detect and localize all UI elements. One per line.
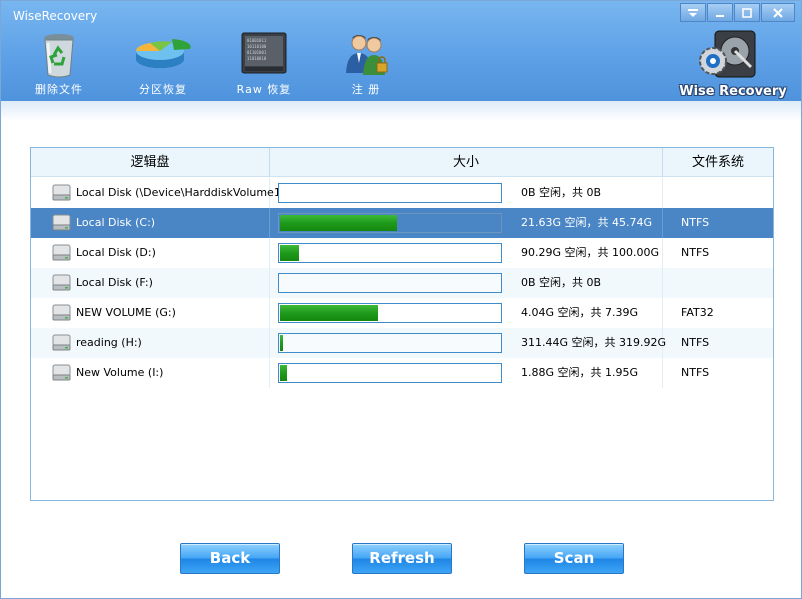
header-band [1,101,801,121]
svg-text:10110100: 10110100 [247,44,267,49]
usage-bar-fill [280,335,283,351]
brand-name: Wise Recovery [679,84,787,99]
disk-table: 逻辑盘 大小 文件系统 Local Disk (\Device\Harddisk… [30,147,774,501]
maximize-button[interactable] [734,3,760,22]
disk-name: Local Disk (D:) [76,246,156,259]
column-divider [269,298,270,328]
maximize-icon [742,7,752,18]
hard-drive-icon [52,214,71,231]
disk-size: 90.29G 空闲，共 100.00G [521,246,660,259]
usage-bar [278,363,502,383]
usage-bar [278,243,502,263]
column-divider [662,358,663,388]
column-header-size[interactable]: 大小 [270,148,662,177]
window-title: WiseRecovery [13,9,98,23]
toolbar-delete-files[interactable]: 删除文件 [19,29,99,97]
column-divider [662,238,663,268]
toolbar-register[interactable]: 注 册 [326,29,406,97]
app-window: WiseRecovery 删除文件 分区恢复 01001011 10110100… [0,0,802,599]
hard-drive-icon [52,244,71,261]
column-divider [269,268,270,298]
table-row[interactable]: NEW VOLUME (G:) 4.04G 空闲，共 7.39G FAT32 [31,298,773,328]
minimize-icon [716,14,724,17]
column-divider [269,208,270,238]
toolbar-raw-recovery[interactable]: 01001011 10110100 01101001 11010010 Raw 恢复 [224,29,304,97]
back-button[interactable]: Back [180,543,280,574]
usage-bar-fill [280,215,397,231]
toolbar-partition-recovery[interactable]: 分区恢复 [123,29,203,97]
table-row[interactable]: New Volume (I:) 1.88G 空闲，共 1.95G NTFS [31,358,773,388]
usage-bar [278,333,502,353]
users-register-icon [341,29,391,79]
disk-size: 4.04G 空闲，共 7.39G [521,306,639,319]
table-row[interactable]: reading (H:) 311.44G 空闲，共 319.92G NTFS [31,328,773,358]
disk-filesystem: NTFS [681,246,710,259]
disk-name: reading (H:) [76,336,142,349]
scan-button[interactable]: Scan [524,543,624,574]
close-button[interactable] [761,3,795,22]
table-row[interactable]: Local Disk (\Device\HarddiskVolume1) 0B 空… [31,178,773,208]
disk-size: 0B 空闲，共 0B [521,186,602,199]
disk-size: 0B 空闲，共 0B [521,276,602,289]
toolbar-header: WiseRecovery 删除文件 分区恢复 01001011 10110100… [1,1,801,101]
disk-name: Local Disk (F:) [76,276,153,289]
column-divider [269,238,270,268]
usage-bar [278,303,502,323]
column-divider [269,358,270,388]
toolbar-label: 注 册 [351,83,381,96]
close-icon [773,7,783,18]
disk-filesystem: NTFS [681,216,710,229]
column-divider [662,178,663,208]
disk-size: 1.88G 空闲，共 1.95G [521,366,639,379]
svg-text:01101001: 01101001 [247,50,267,55]
table-row[interactable]: Local Disk (D:) 90.29G 空闲，共 100.00G NTFS [31,238,773,268]
wise-recovery-logo: Wise Recovery [679,27,787,99]
table-header: 逻辑盘 大小 文件系统 [31,148,773,177]
table-row[interactable]: Local Disk (F:) 0B 空闲，共 0B [31,268,773,298]
menu-dropdown-button[interactable] [680,3,706,22]
column-divider [269,328,270,358]
column-header-filesystem[interactable]: 文件系统 [663,148,773,177]
toolbar-label: 分区恢复 [139,83,187,96]
column-divider [662,298,663,328]
raw-disk-icon: 01001011 10110100 01101001 11010010 [239,29,289,79]
usage-bar [278,183,502,203]
disk-size: 21.63G 空闲，共 45.74G [521,216,653,229]
menu-icon [688,8,698,17]
window-controls [680,3,795,22]
usage-bar [278,213,502,233]
svg-text:01001011: 01001011 [247,38,267,43]
disk-name: Local Disk (\Device\HarddiskVolume1) [76,186,286,199]
hard-drive-icon [52,304,71,321]
hard-drive-icon [52,334,71,351]
toolbar-label: 删除文件 [35,83,83,96]
usage-bar-fill [280,365,287,381]
disk-name: New Volume (I:) [76,366,164,379]
hard-drive-icon [52,274,71,291]
usage-bar-fill [280,245,299,261]
minimize-button[interactable] [707,3,733,22]
column-header-name[interactable]: 逻辑盘 [31,148,269,177]
partition-pie-icon [136,29,191,79]
column-divider [662,208,663,238]
disk-name: Local Disk (C:) [76,216,156,229]
usage-bar-fill [280,305,378,321]
usage-bar [278,273,502,293]
column-divider [662,268,663,298]
svg-text:11010010: 11010010 [247,56,267,61]
table-row[interactable]: Local Disk (C:) 21.63G 空闲，共 45.74G NTFS [31,208,773,238]
disk-name: NEW VOLUME (G:) [76,306,176,319]
disk-filesystem: NTFS [681,366,710,379]
hard-drive-icon [52,184,71,201]
hard-disk-gear-icon [699,30,756,78]
toolbar-label: Raw 恢复 [236,83,292,96]
recycle-bin-icon [34,29,84,79]
refresh-button[interactable]: Refresh [352,543,452,574]
disk-filesystem: NTFS [681,336,710,349]
disk-filesystem: FAT32 [681,306,714,319]
hard-drive-icon [52,364,71,381]
disk-size: 311.44G 空闲，共 319.92G [521,336,667,349]
